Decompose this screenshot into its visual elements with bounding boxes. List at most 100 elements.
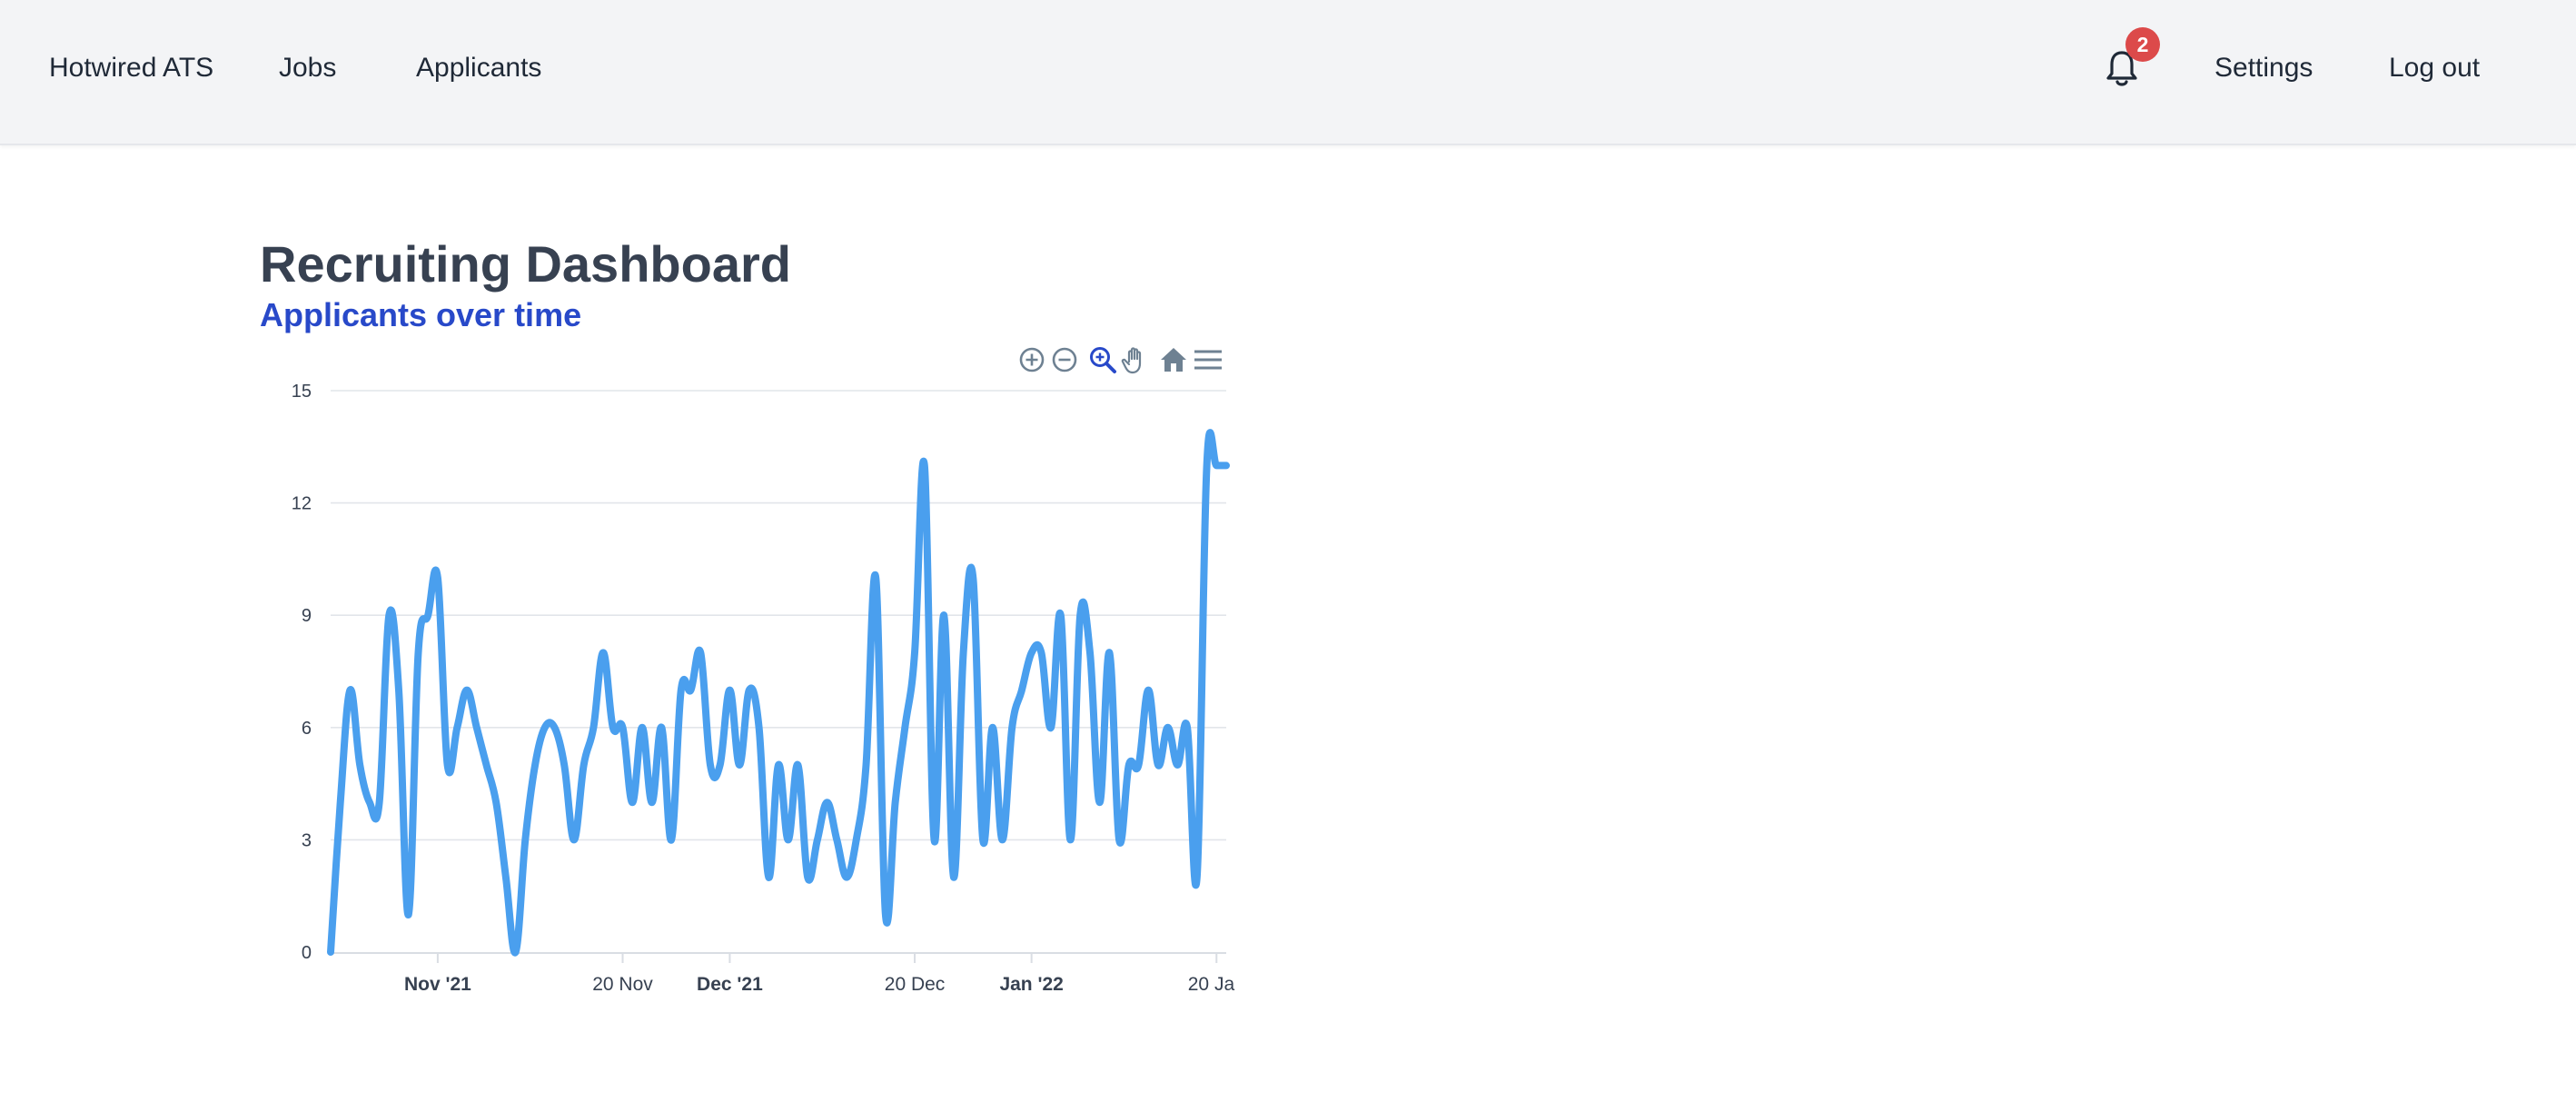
data-point (542, 725, 548, 730)
y-tick-label: 6 (302, 719, 312, 739)
nav-link-jobs[interactable]: Jobs (279, 47, 336, 89)
data-point (864, 762, 869, 768)
chart-title: Applicants over time (260, 296, 582, 333)
data-point (386, 612, 391, 618)
data-point (815, 837, 820, 842)
data-point (1194, 875, 1200, 880)
x-tick-label: Dec '21 (697, 974, 763, 995)
data-point (1048, 725, 1054, 730)
data-point (659, 725, 664, 730)
data-point (445, 762, 451, 768)
y-tick-label: 15 (292, 382, 312, 402)
data-point (1136, 762, 1142, 768)
data-point (357, 762, 362, 768)
data-point (1145, 688, 1151, 693)
nav-link-applicants[interactable]: Applicants (416, 47, 541, 89)
data-point (590, 725, 596, 730)
data-point (581, 762, 587, 768)
data-point (1029, 650, 1035, 655)
applicants-line-chart: 0 3 6 9 12 15 Nov '21 20 Nov Dec '21 20 Dec Jan '2… (292, 382, 1235, 995)
notification-count-badge: 2 (2125, 27, 2160, 62)
data-point (1224, 462, 1229, 468)
data-point (484, 762, 490, 768)
data-point (532, 762, 538, 768)
data-point (464, 688, 470, 693)
data-point (990, 725, 996, 730)
data-point (474, 725, 480, 730)
data-point (1000, 837, 1006, 842)
data-point (786, 837, 791, 842)
data-point (552, 725, 558, 730)
data-point (649, 799, 655, 805)
data-point (396, 688, 401, 693)
data-point (747, 688, 752, 693)
data-point (757, 725, 762, 730)
y-tick-label: 9 (302, 606, 312, 626)
data-point (718, 762, 723, 768)
data-point (776, 762, 781, 768)
data-point (1106, 650, 1112, 655)
data-point (503, 875, 509, 880)
data-point (328, 949, 333, 955)
data-point (766, 875, 771, 880)
data-point (669, 837, 674, 842)
data-point (902, 725, 907, 730)
data-point (737, 762, 742, 768)
data-point (620, 725, 626, 730)
data-point (513, 949, 519, 955)
top-navbar: Hotwired ATS Jobs Applicants 2 Settings … (0, 0, 2576, 145)
data-point (698, 650, 703, 655)
data-point (873, 575, 878, 581)
data-point (435, 575, 441, 581)
data-point (825, 799, 830, 805)
data-point (1174, 762, 1180, 768)
data-point (689, 688, 694, 693)
data-point (1155, 762, 1161, 768)
data-point (639, 725, 645, 730)
data-point (893, 799, 898, 805)
data-point (610, 725, 616, 730)
data-point (571, 837, 577, 842)
data-point (805, 875, 810, 880)
data-point (1019, 688, 1025, 693)
y-tick-label: 12 (292, 494, 312, 514)
data-point (1058, 612, 1064, 618)
data-point (1116, 837, 1122, 842)
data-point (980, 837, 986, 842)
data-point (1165, 725, 1171, 730)
data-point (629, 799, 635, 805)
data-point (854, 837, 859, 842)
data-point (708, 762, 713, 768)
x-tick-label: 20 Nov (592, 974, 653, 995)
data-point (406, 912, 411, 918)
x-tick-label: Jan '22 (999, 974, 1063, 995)
data-point (1087, 650, 1093, 655)
data-point (844, 875, 849, 880)
data-point (951, 875, 956, 880)
data-point (922, 462, 927, 468)
x-tick-label: 20 Dec (885, 974, 946, 995)
data-point (1077, 612, 1083, 618)
data-point (883, 912, 888, 918)
data-point (941, 612, 946, 618)
data-point (1009, 725, 1015, 730)
data-point (795, 762, 800, 768)
y-tick-label: 0 (302, 943, 312, 963)
nav-link-logout[interactable]: Log out (2389, 47, 2480, 89)
data-point (600, 650, 606, 655)
data-point (367, 799, 372, 805)
data-point (912, 650, 917, 655)
data-point (347, 688, 352, 693)
data-point (1126, 762, 1132, 768)
data-point (416, 650, 421, 655)
data-point (1038, 650, 1044, 655)
brand-link[interactable]: Hotwired ATS (49, 47, 213, 89)
data-point (970, 575, 976, 581)
data-point (522, 837, 528, 842)
data-point (377, 799, 382, 805)
x-tick-label: Nov '21 (404, 974, 471, 995)
nav-link-settings[interactable]: Settings (2214, 47, 2313, 89)
data-point (834, 837, 839, 842)
series-line (327, 429, 1230, 957)
x-tick-label: 20 Jan (1188, 974, 1235, 995)
